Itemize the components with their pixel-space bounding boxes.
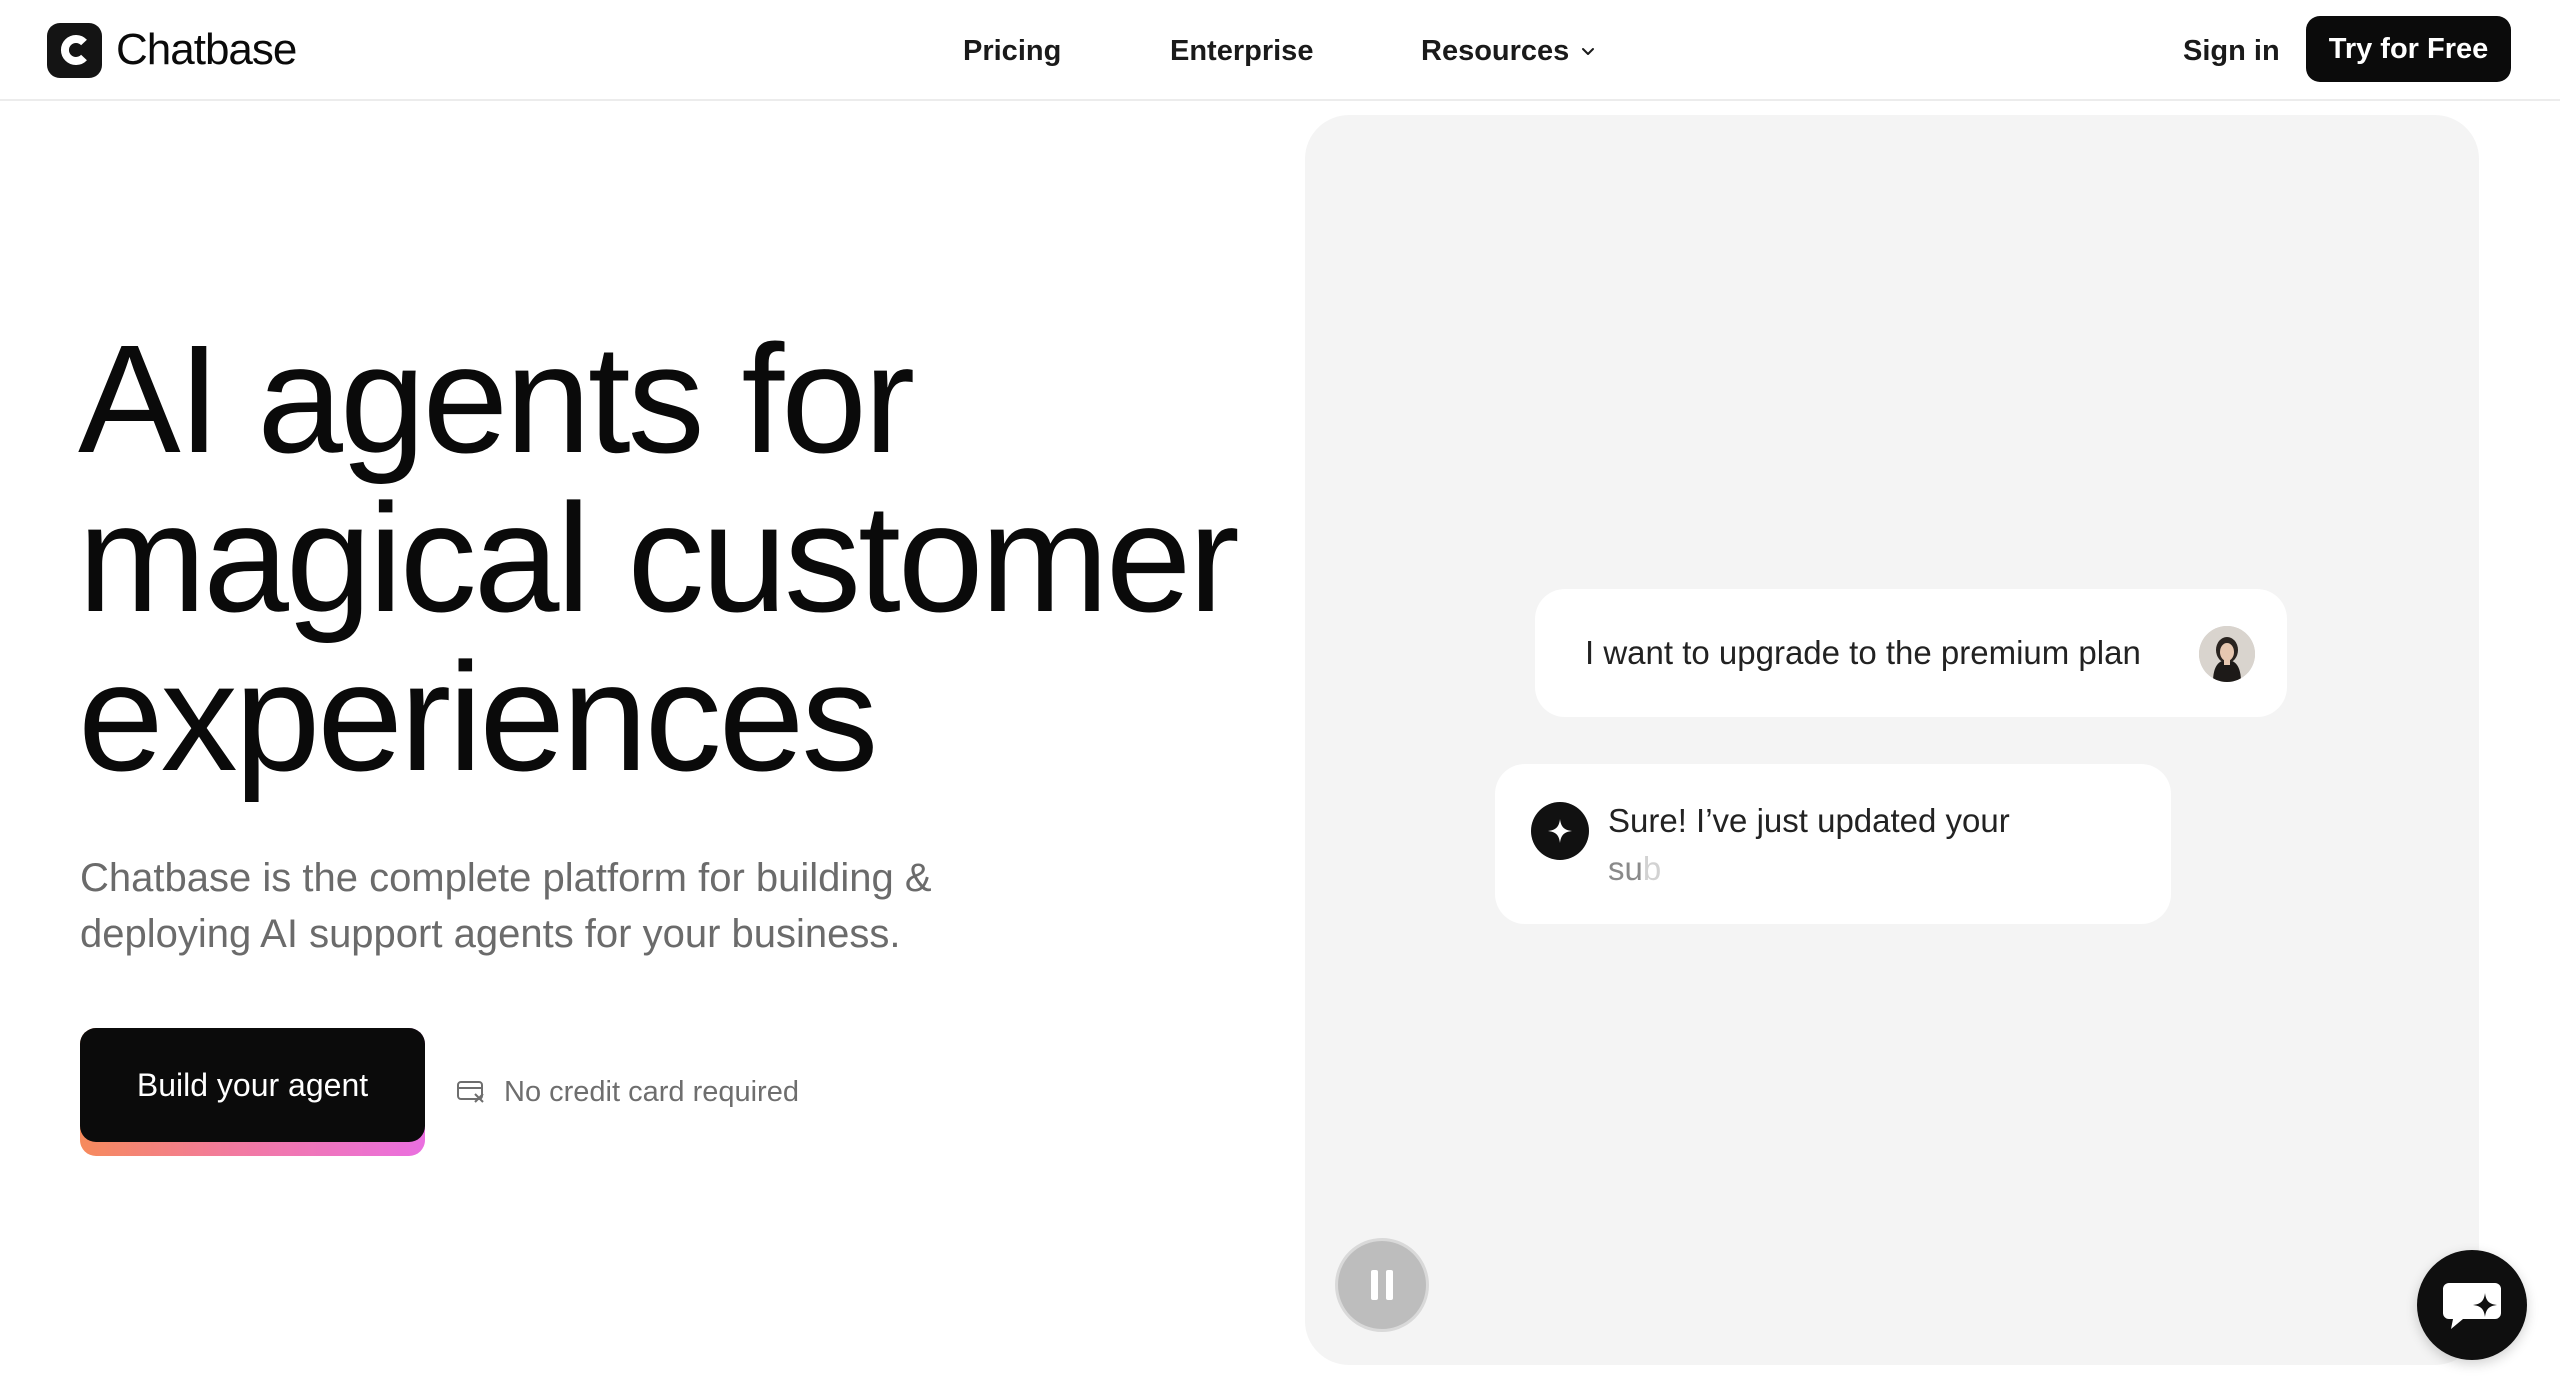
chat-demo-panel: I want to upgrade to the premium plan Su… bbox=[1305, 115, 2479, 1365]
site-header: Chatbase Pricing Enterprise Resources Si… bbox=[0, 0, 2560, 101]
bot-message-line-2: sub bbox=[1608, 850, 1661, 888]
bot-message-typed: su bbox=[1608, 850, 1643, 887]
pause-button[interactable] bbox=[1335, 1238, 1429, 1332]
nav-pricing-link[interactable]: Pricing bbox=[963, 28, 1061, 74]
chat-launcher-button[interactable] bbox=[2417, 1250, 2527, 1360]
chevron-down-icon bbox=[1582, 48, 1595, 55]
nav-resources-label: Resources bbox=[1421, 35, 1570, 67]
bot-message-line-1: Sure! I’ve just updated your bbox=[1608, 802, 2010, 839]
nav-enterprise-link[interactable]: Enterprise bbox=[1170, 28, 1313, 74]
bot-message-fading: b bbox=[1642, 850, 1662, 887]
no-credit-card-text: No credit card required bbox=[504, 1075, 799, 1108]
nav-resources-dropdown[interactable]: Resources bbox=[1421, 28, 1597, 74]
no-credit-card-note: No credit card required bbox=[456, 1072, 799, 1112]
try-for-free-button[interactable]: Try for Free bbox=[2306, 16, 2511, 82]
user-message-bubble: I want to upgrade to the premium plan bbox=[1535, 589, 2287, 717]
user-avatar bbox=[2199, 626, 2255, 682]
chat-bubble-sparkle-icon bbox=[2443, 1283, 2501, 1329]
hero-title-line-1: AI agents for bbox=[78, 313, 915, 485]
build-agent-button[interactable]: Build your agent bbox=[80, 1028, 425, 1156]
hero-title: AI agents for magical customer experienc… bbox=[78, 320, 1308, 797]
user-message-text: I want to upgrade to the premium plan bbox=[1585, 634, 2141, 671]
hero-title-line-2: magical customer bbox=[78, 472, 1240, 644]
hero-title-line-3: experiences bbox=[78, 631, 878, 803]
main-nav: Pricing Enterprise Resources bbox=[0, 28, 2560, 74]
sparkle-icon bbox=[1531, 802, 1589, 860]
sign-in-link[interactable]: Sign in bbox=[2183, 28, 2280, 74]
pause-icon bbox=[1371, 1270, 1393, 1300]
hero-subtitle: Chatbase is the complete platform for bu… bbox=[80, 856, 932, 956]
bot-message-bubble: Sure! I’ve just updated your sub bbox=[1495, 764, 2171, 924]
build-agent-button-label: Build your agent bbox=[80, 1028, 425, 1142]
credit-card-off-icon bbox=[457, 1081, 484, 1103]
